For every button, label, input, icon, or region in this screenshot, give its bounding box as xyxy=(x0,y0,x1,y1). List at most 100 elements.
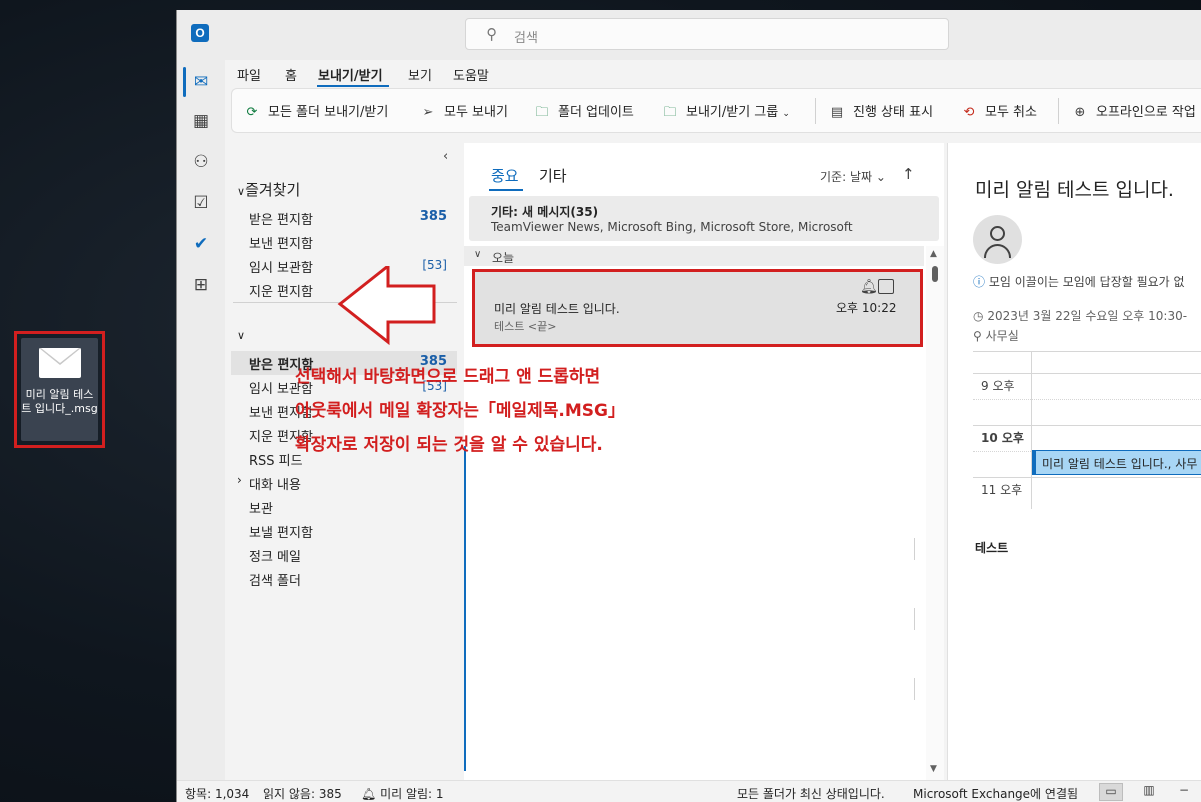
chevron-right-icon[interactable]: › xyxy=(237,473,242,487)
bell-icon: 🔔︎ xyxy=(361,787,377,801)
clock-icon: ◷ xyxy=(973,309,984,323)
reading-view-icon[interactable]: ▥ xyxy=(1137,783,1161,801)
calendar-event[interactable]: 미리 알림 테스트 입니다., 사무 xyxy=(1032,450,1201,475)
menu-home[interactable]: 홈 xyxy=(285,65,297,84)
search-icon: ⚲ xyxy=(486,25,497,43)
scroll-up-icon[interactable]: ▲ xyxy=(930,249,937,259)
show-progress-button[interactable]: ▤ 진행 상태 표시 xyxy=(827,101,933,120)
search-placeholder: 검색 xyxy=(514,31,538,46)
scroll-down-icon[interactable]: ▼ xyxy=(930,764,937,774)
folder-outbox[interactable]: 보낼 편지함 xyxy=(249,522,313,541)
update-folder-button[interactable]: 🗀 폴더 업데이트 xyxy=(532,101,633,125)
meeting-icon xyxy=(878,279,894,294)
meeting-location: ⚲ 사무실 xyxy=(973,329,1019,343)
collapse-pane-icon[interactable]: ‹ xyxy=(443,149,448,164)
menu-file[interactable]: 파일 xyxy=(237,65,261,84)
cancel-sync-icon: ⟲ xyxy=(963,105,975,120)
people-icon[interactable]: ⚇ xyxy=(185,146,217,178)
favorites-header[interactable]: ∨즐겨찾기 xyxy=(237,179,300,200)
folder-conversation[interactable]: 대화 내용 xyxy=(249,474,301,493)
ribbon-separator xyxy=(815,98,816,124)
location-pin-icon: ⚲ xyxy=(973,329,982,343)
annotation-line: 선택해서 바탕화면으로 드래그 앤 드롭하면 xyxy=(295,367,601,387)
fav-inbox[interactable]: 받은 편지함 xyxy=(249,209,313,228)
chevron-down-icon: ∨ xyxy=(237,185,246,198)
group-header-today[interactable]: ∨ 오늘 xyxy=(464,246,924,266)
ribbon: ⟳ 모든 폴더 보내기/받기 ➢ 모두 보내기 🗀 폴더 업데이트 🗀 보내기/받기 그… xyxy=(231,88,1201,133)
calendar-row xyxy=(973,399,1201,425)
calendar-icon[interactable]: ▦ xyxy=(185,105,217,137)
avatar xyxy=(973,215,1022,264)
send-all-button[interactable]: ➢ 모두 보내기 xyxy=(418,101,508,120)
title-bar: O ⚲ 검색 xyxy=(177,10,1201,60)
bell-icon: 🔔︎ xyxy=(860,279,878,295)
calendar-row: 10 오후 xyxy=(973,425,1201,451)
message-preview: 테스트 <끝> xyxy=(494,320,557,333)
other-banner-senders: TeamViewer News, Microsoft Bing, Microso… xyxy=(491,220,853,234)
sort-dropdown[interactable]: 기준: 날짜 ⌄ xyxy=(820,168,886,185)
other-inbox-banner[interactable]: 기타: 새 메시지(35) TeamViewer News, Microsoft… xyxy=(469,196,939,241)
menu-help[interactable]: 도움말 xyxy=(453,65,489,84)
folder-sync-icon: 🗀 xyxy=(535,105,549,120)
status-folder-state: 모든 폴더가 최신 상태입니다. xyxy=(737,787,885,801)
drag-indicator xyxy=(464,446,466,771)
annotation-line: 아웃룩에서 메일 확장자는「메일제목.MSG」 xyxy=(295,401,626,421)
status-bar: 항목: 1,034 읽지 않음: 385 🔔︎ 미리 알림: 1 모든 폴더가 … xyxy=(177,780,1201,802)
calendar-row: 11 오후 xyxy=(973,477,1201,509)
status-item-count: 항목: 1,034 xyxy=(185,787,250,801)
outlook-app-icon: O xyxy=(191,24,209,42)
annotation-arrow xyxy=(337,266,436,346)
info-icon: ⓘ xyxy=(973,275,986,289)
reading-subject: 미리 알림 테스트 입니다. xyxy=(975,179,1174,201)
status-unread: 읽지 않음: 385 xyxy=(263,787,342,801)
sync-icon: ⟳ xyxy=(246,105,258,120)
fav-inbox-count: 385 xyxy=(419,209,447,224)
normal-view-icon[interactable]: ▭ xyxy=(1099,783,1123,801)
cancel-all-button[interactable]: ⟲ 모두 취소 xyxy=(959,101,1037,120)
globe-offline-icon: ⊕ xyxy=(1074,105,1086,120)
reading-pane: 미리 알림 테스트 입니다. ⓘ 모임 이끌이는 모임에 답장할 필요가 없 ◷… xyxy=(947,143,1201,780)
search-box[interactable]: ⚲ 검색 xyxy=(465,18,949,50)
meeting-date: ◷ 2023년 3월 22일 수요일 오후 10:30- xyxy=(973,309,1188,323)
menu-active-underline xyxy=(317,85,389,87)
envelope-icon xyxy=(39,348,81,378)
send-receive-all-button[interactable]: ⟳ 모든 폴더 보내기/받기 xyxy=(242,101,389,120)
group-today-label: 오늘 xyxy=(492,251,515,265)
chevron-down-icon: ⌄ xyxy=(875,170,886,184)
sort-direction-icon[interactable]: ↑ xyxy=(902,165,915,183)
fav-sent[interactable]: 보낸 편지함 xyxy=(249,233,313,252)
folder-group-icon: 🗀 xyxy=(663,105,677,120)
progress-icon: ▤ xyxy=(830,105,844,120)
status-reminders[interactable]: 🔔︎ 미리 알림: 1 xyxy=(361,785,444,802)
message-item[interactable]: 🔔︎ 미리 알림 테스트 입니다. 테스트 <끝> 오후 10:22 xyxy=(464,267,924,359)
folder-junk[interactable]: 정크 메일 xyxy=(249,546,301,565)
desktop-file-label: 미리 알림 테스트 입니다_.msg xyxy=(21,388,98,415)
tab-focused[interactable]: 중요 xyxy=(491,165,519,186)
todo-icon[interactable]: ✔ xyxy=(185,228,217,260)
folder-search[interactable]: 검색 폴더 xyxy=(249,570,301,589)
mail-icon[interactable]: ✉ xyxy=(185,66,217,98)
menu-view[interactable]: 보기 xyxy=(408,65,432,84)
zoom-slider[interactable]: − xyxy=(1172,783,1196,801)
tab-focused-underline xyxy=(489,189,523,191)
list-divider xyxy=(914,538,915,560)
desktop-msg-file[interactable]: 미리 알림 테스트 입니다_.msg xyxy=(14,331,105,448)
other-banner-title: 기타: 새 메시지(35) xyxy=(491,205,599,219)
tab-other[interactable]: 기타 xyxy=(539,165,567,186)
scroll-thumb[interactable] xyxy=(932,266,938,282)
calendar-row xyxy=(973,351,1201,373)
annotation-line: 확장자로 저장이 되는 것을 알 수 있습니다. xyxy=(295,435,603,455)
nav-rail: ✉ ▦ ⚇ ☑ ✔ ⊞ xyxy=(177,60,225,780)
message-list-scrollbar[interactable]: ▲ ▼ xyxy=(926,246,944,780)
tasks-icon[interactable]: ☑ xyxy=(185,187,217,219)
menu-send-receive[interactable]: 보내기/받기 xyxy=(318,65,383,84)
annotation-text: 선택해서 바탕화면으로 드래그 앤 드롭하면 아웃룩에서 메일 확장자는「메일제… xyxy=(295,360,765,462)
chevron-down-icon: ∨ xyxy=(474,249,482,260)
work-offline-button[interactable]: ⊕ 오프라인으로 작업 xyxy=(1070,101,1196,120)
calendar-row: 9 오후 xyxy=(973,373,1201,399)
list-divider xyxy=(914,608,915,630)
send-receive-groups-button[interactable]: 🗀 보내기/받기 그룹 ⌄ xyxy=(660,101,789,125)
list-divider xyxy=(914,678,915,700)
folder-archive[interactable]: 보관 xyxy=(249,498,273,517)
ribbon-separator xyxy=(1058,98,1059,124)
